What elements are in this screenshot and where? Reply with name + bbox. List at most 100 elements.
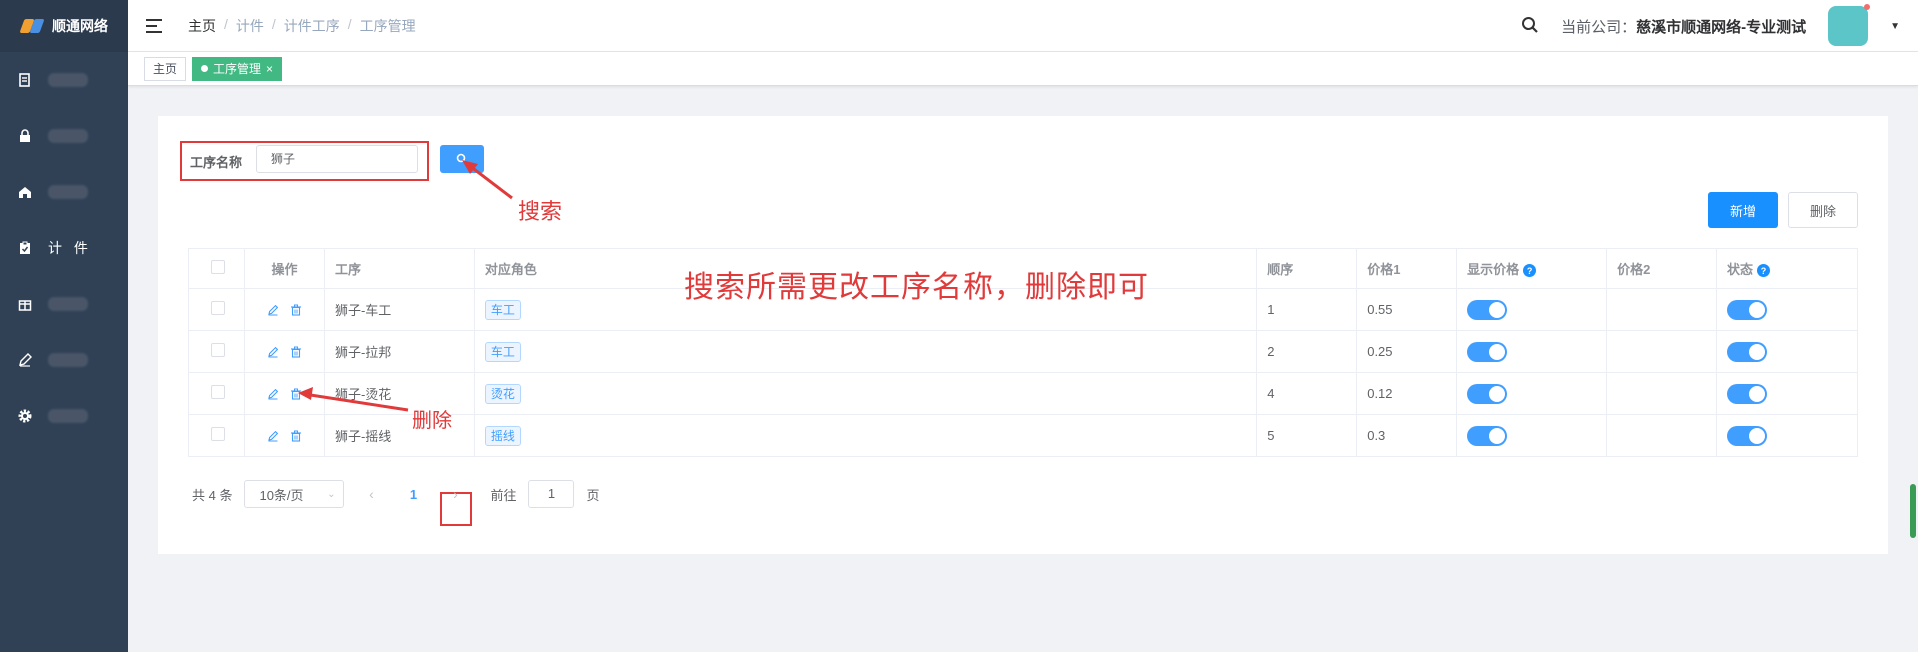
search-button[interactable] (440, 145, 484, 173)
col-seq: 顺序 (1256, 248, 1358, 289)
sidebar-item-label-hidden (48, 353, 88, 367)
search-icon (456, 153, 468, 165)
sidebar-item-label-hidden (48, 73, 88, 87)
tags-view: 主页 工序管理 × (128, 52, 1918, 86)
sidebar-item-piecework[interactable]: 计 件 (0, 220, 128, 276)
row-checkbox[interactable] (211, 301, 225, 315)
show-price-switch[interactable] (1467, 425, 1508, 446)
row-process: 狮子-车工 (323, 288, 475, 331)
status-switch[interactable] (1727, 341, 1767, 362)
close-icon[interactable]: × (266, 58, 273, 80)
tag-process-management[interactable]: 工序管理 × (192, 56, 283, 81)
sidebar-item-settings[interactable] (0, 388, 128, 444)
col-status-label: 状态 (1727, 262, 1754, 277)
page-size-select[interactable]: 10条/页 ⌄ (244, 480, 345, 508)
col-status: 状态? (1716, 248, 1858, 289)
sidebar-item-home[interactable] (0, 164, 128, 220)
show-price-switch[interactable] (1467, 299, 1508, 320)
question-icon[interactable]: ? (1523, 264, 1537, 278)
row-status-cell (1716, 372, 1858, 415)
row-price2 (1606, 414, 1717, 457)
row-select-cell (188, 372, 245, 415)
edit-icon[interactable] (266, 345, 279, 358)
annotation-delete: 删除 (412, 410, 452, 432)
col-price1: 价格1 (1356, 248, 1458, 289)
avatar[interactable] (1828, 4, 1871, 46)
tag-home[interactable]: 主页 (144, 56, 187, 81)
row-price1: 0.12 (1356, 372, 1458, 415)
question-icon[interactable]: ? (1757, 264, 1771, 278)
status-switch[interactable] (1727, 383, 1767, 404)
row-role-cell: 烫花 (473, 372, 1258, 415)
page-number[interactable]: 1 (398, 487, 428, 502)
clipboard-icon (16, 239, 34, 257)
row-select-cell (188, 330, 245, 373)
sidebar-item-label-hidden (48, 297, 88, 311)
sidebar: 顺通网络 计 件 (0, 0, 128, 652)
gear-icon (16, 407, 34, 425)
hamburger-icon[interactable] (146, 18, 162, 33)
row-process: 狮子-拉邦 (323, 330, 475, 373)
edit-icon[interactable] (266, 429, 279, 442)
status-switch[interactable] (1727, 299, 1767, 320)
sidebar-item-gift[interactable] (0, 276, 128, 332)
row-ops-cell (243, 330, 325, 373)
row-price2 (1606, 330, 1717, 373)
prev-page-icon[interactable]: ‹ (356, 486, 386, 502)
gift-icon (16, 295, 34, 313)
row-seq: 2 (1256, 330, 1358, 373)
sidebar-item-document[interactable] (0, 52, 128, 108)
row-seq: 5 (1256, 414, 1358, 457)
row-price1: 0.25 (1356, 330, 1458, 373)
logo[interactable]: 顺通网络 (0, 0, 128, 52)
logo-icon (20, 17, 46, 35)
current-company: 当前公司：慈溪市顺通网络-专业测试 (1561, 16, 1806, 37)
page-size-value: 10条/页 (259, 487, 304, 503)
col-show-price: 显示价格? (1456, 248, 1608, 289)
home-icon (16, 183, 34, 201)
status-switch[interactable] (1727, 425, 1767, 446)
annotation-search: 搜索 (518, 199, 563, 224)
row-ops-cell (243, 414, 325, 457)
row-status-cell (1716, 414, 1858, 457)
company-prefix: 当前公司： (1561, 18, 1637, 36)
row-checkbox[interactable] (211, 427, 225, 441)
annotation-main: 搜索所需更改工序名称，删除即可 (684, 271, 1149, 304)
delete-icon[interactable] (289, 387, 302, 400)
sidebar-item-lock[interactable] (0, 108, 128, 164)
show-price-switch[interactable] (1467, 341, 1508, 362)
row-seq: 4 (1256, 372, 1358, 415)
breadcrumb-item[interactable]: 主页 (188, 16, 216, 36)
next-page-icon[interactable]: › (440, 486, 470, 502)
sidebar-item-label-hidden (48, 185, 88, 199)
delete-icon[interactable] (289, 345, 302, 358)
search-icon[interactable] (1521, 16, 1539, 37)
edit-icon[interactable] (266, 387, 279, 400)
row-status-cell (1716, 288, 1858, 331)
delete-button[interactable]: 删除 (1788, 192, 1858, 228)
row-checkbox[interactable] (211, 385, 225, 399)
breadcrumb-separator: / (347, 15, 352, 32)
add-button[interactable]: 新增 (1708, 192, 1778, 228)
caret-down-icon[interactable]: ▼ (1890, 21, 1900, 32)
header-right: 当前公司：慈溪市顺通网络-专业测试 ▼ (1521, 0, 1900, 52)
role-tag: 车工 (484, 299, 521, 320)
col-op: 操作 (243, 248, 325, 289)
delete-icon[interactable] (289, 303, 302, 316)
role-tag: 摇线 (484, 425, 521, 446)
show-price-switch[interactable] (1467, 383, 1508, 404)
row-checkbox[interactable] (211, 343, 225, 357)
row-select-cell (188, 288, 245, 331)
chevron-down-icon: ⌄ (327, 488, 336, 500)
goto-page-input[interactable]: 1 (528, 480, 575, 508)
breadcrumb-separator: / (271, 15, 276, 32)
sidebar-item-label-hidden (48, 129, 88, 143)
row-select-cell (188, 414, 245, 457)
edit-icon[interactable] (266, 303, 279, 316)
sidebar-item-label: 计 件 (48, 240, 92, 256)
sidebar-item-pen[interactable] (0, 332, 128, 388)
select-all-checkbox[interactable] (211, 260, 225, 274)
scrollbar-thumb[interactable] (1910, 484, 1916, 538)
delete-icon[interactable] (289, 429, 302, 442)
breadcrumb-item: 工序管理 (359, 17, 416, 34)
